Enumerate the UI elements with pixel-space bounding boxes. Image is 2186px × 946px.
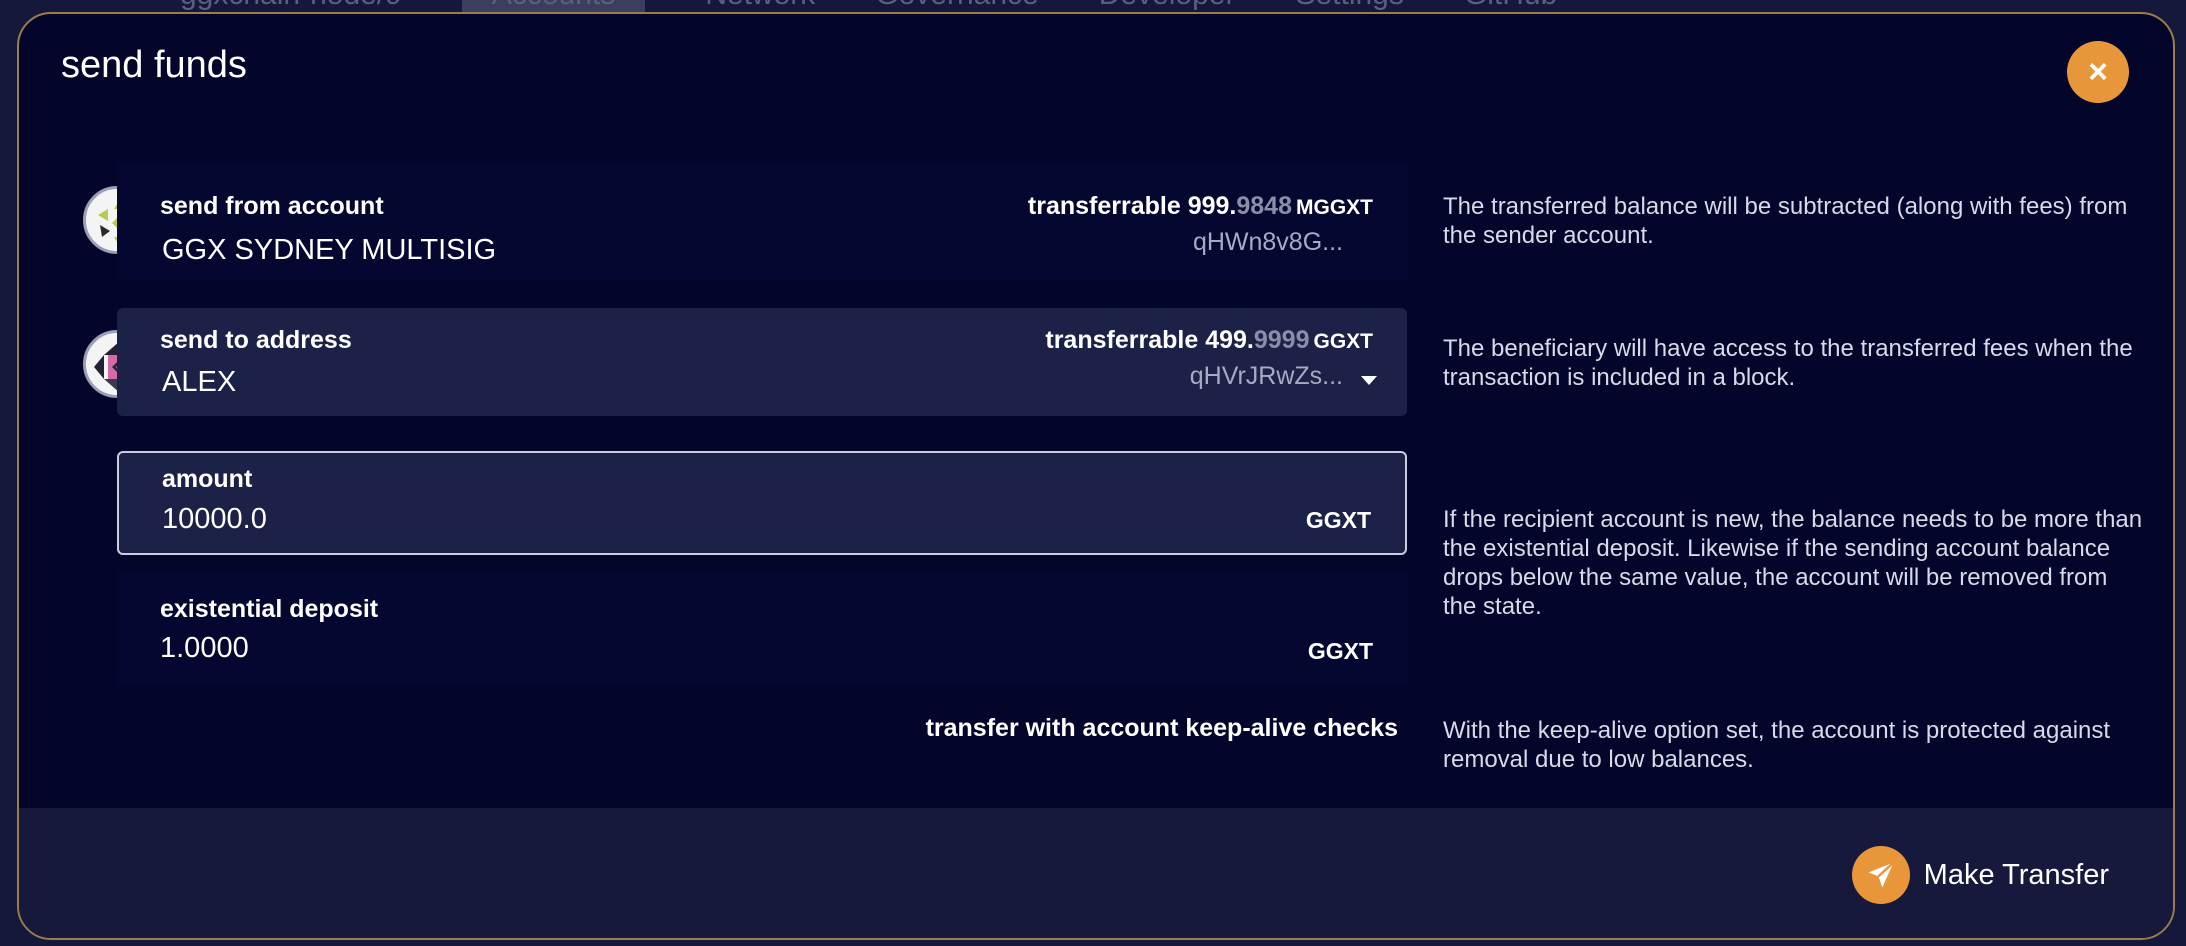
send-to-label: send to address	[160, 326, 352, 354]
send-to-address-field[interactable]: send to address ALEX transferrable 499.9…	[117, 308, 1407, 416]
existential-deposit-label: existential deposit	[160, 595, 379, 623]
amount-value[interactable]: 10000.0	[162, 503, 267, 536]
send-from-transferrable: transferrable 999.9848 MGGXT	[1028, 192, 1373, 221]
existential-deposit-field: existential deposit 1.0000 GGXT	[117, 570, 1407, 686]
send-funds-modal: send funds × send from account GGX SYDNE…	[17, 12, 2175, 940]
help-amount: If the recipient account is new, the bal…	[1443, 506, 2143, 620]
help-keepalive: With the keep-alive option set, the acco…	[1443, 717, 2111, 773]
make-transfer-button[interactable]: Make Transfer	[1851, 846, 2109, 904]
send-to-address: qHVrJRwZs...	[1189, 362, 1343, 390]
balance-unit: GGXT	[1313, 330, 1373, 353]
close-icon: ×	[2088, 52, 2108, 91]
send-from-account-field[interactable]: send from account GGX SYDNEY MULTISIG tr…	[117, 162, 1407, 280]
modal-footer: Make Transfer	[19, 808, 2173, 938]
send-to-account-name: ALEX	[162, 366, 237, 398]
chevron-down-icon[interactable]	[1361, 376, 1377, 385]
balance-int: 999.	[1187, 192, 1237, 220]
balance-frac: 9999	[1253, 326, 1310, 354]
modal-title: send funds	[61, 44, 247, 86]
balance-int: 499.	[1205, 326, 1254, 354]
send-to-transferrable: transferrable 499.9999 GGXT	[1045, 326, 1373, 355]
balance-unit: MGGXT	[1296, 196, 1373, 219]
help-send-to: The beneficiary will have access to the …	[1443, 335, 2133, 391]
transferrable-label: transferrable	[1045, 326, 1199, 354]
amount-label: amount	[162, 465, 253, 493]
make-transfer-label: Make Transfer	[1923, 858, 2109, 891]
amount-input[interactable]: amount 10000.0 GGXT	[117, 451, 1407, 555]
existential-deposit-unit: GGXT	[1307, 638, 1373, 664]
help-send-from: The transferred balance will be subtract…	[1443, 193, 2128, 249]
send-from-account-name: GGX SYDNEY MULTISIG	[162, 234, 497, 266]
balance-frac: 9848	[1236, 192, 1292, 220]
send-from-label: send from account	[160, 192, 384, 220]
close-button[interactable]: ×	[2067, 41, 2129, 103]
existential-deposit-value: 1.0000	[160, 632, 249, 664]
paper-plane-icon	[1851, 846, 1910, 904]
transferrable-label: transferrable	[1027, 192, 1181, 220]
keepalive-toggle-label[interactable]: transfer with account keep-alive checks	[918, 714, 1398, 743]
send-from-address: qHWn8v8G...	[1192, 228, 1343, 256]
amount-unit: GGXT	[1305, 507, 1371, 533]
